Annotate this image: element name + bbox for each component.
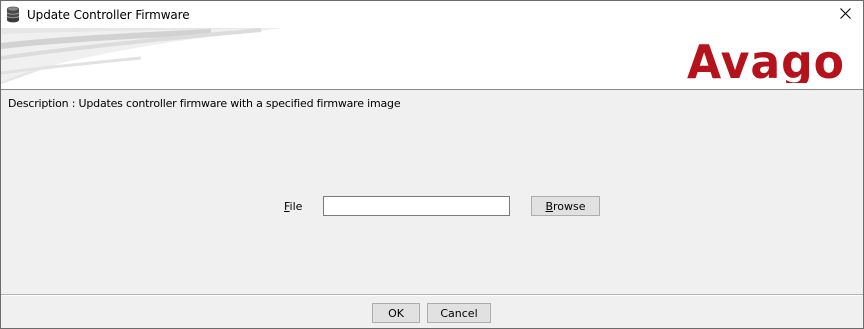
content-panel: Description : Updates controller firmwar…	[1, 89, 863, 295]
browse-button-label: Browse	[545, 199, 586, 213]
description-text: Description : Updates controller firmwar…	[8, 97, 401, 110]
file-label: File	[284, 200, 303, 213]
ok-button[interactable]: OK	[372, 303, 420, 323]
database-icon	[6, 6, 20, 23]
avago-logo: Avago	[687, 37, 845, 83]
close-icon	[839, 8, 851, 22]
browse-button[interactable]: Browse	[531, 196, 600, 216]
window-title: Update Controller Firmware	[27, 8, 190, 22]
header-banner: Avago	[1, 28, 863, 89]
file-path-input[interactable]	[323, 196, 510, 216]
update-firmware-dialog: Update Controller Firmware Avago Descrip…	[0, 0, 864, 329]
banner-swoosh-graphic	[1, 28, 281, 84]
title-bar[interactable]: Update Controller Firmware	[1, 1, 863, 29]
close-button[interactable]	[827, 1, 863, 29]
svg-text:Avago: Avago	[687, 37, 845, 83]
dialog-footer: OK Cancel	[1, 296, 863, 328]
cancel-button[interactable]: Cancel	[427, 303, 491, 323]
